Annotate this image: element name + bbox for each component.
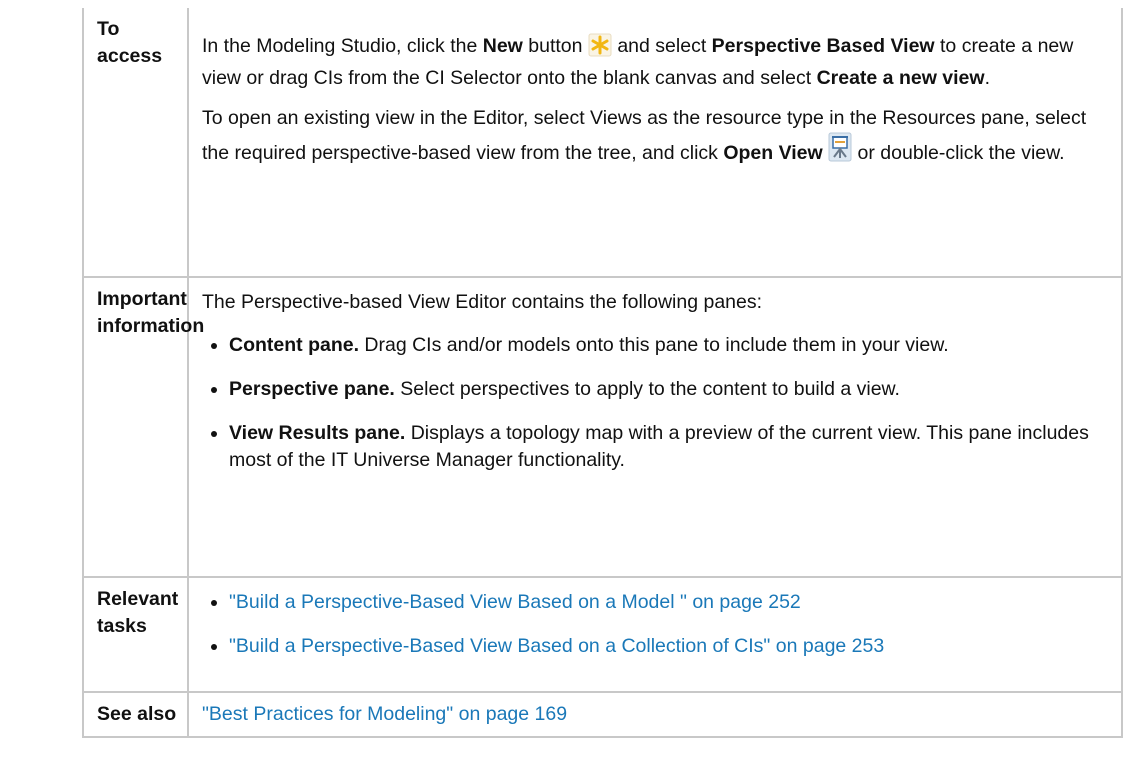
- text: .: [984, 67, 990, 89]
- row-important-information: Important information The Perspective-ba…: [82, 276, 1123, 578]
- see-also-link[interactable]: "Best Practices for Modeling" on page 16…: [202, 703, 567, 725]
- row-content: The Perspective-based View Editor contai…: [187, 276, 1123, 578]
- panes-list: Content pane. Drag CIs and/or models ont…: [202, 332, 1109, 474]
- text: In the Modeling Studio, click the: [202, 35, 483, 57]
- menu-option-name: Perspective Based View: [711, 35, 935, 57]
- menu-option-name: Create a new view: [816, 67, 985, 89]
- row-see-also: See also "Best Practices for Modeling" o…: [82, 691, 1123, 738]
- new-button-name: New: [482, 35, 523, 57]
- row-content: "Build a Perspective-Based View Based on…: [187, 576, 1123, 693]
- text: or double-click the view.: [852, 142, 1065, 164]
- intro-text: The Perspective-based View Editor contai…: [202, 291, 763, 313]
- open-view-icon: [828, 132, 852, 170]
- list-item: View Results pane. Displays a topology m…: [202, 420, 1109, 474]
- list-item: "Build a Perspective-Based View Based on…: [202, 589, 1109, 616]
- text: and select: [611, 35, 712, 57]
- row-label: Relevant tasks: [82, 576, 189, 693]
- new-asterisk-icon: [588, 33, 612, 65]
- row-relevant-tasks: Relevant tasks "Build a Perspective-Base…: [82, 576, 1123, 693]
- item-title: Content pane.: [229, 334, 359, 356]
- row-label: Important information: [82, 276, 204, 578]
- text: button: [522, 35, 588, 57]
- list-item: Content pane. Drag CIs and/or models ont…: [202, 332, 1109, 359]
- list-item: "Build a Perspective-Based View Based on…: [202, 633, 1109, 660]
- row-to-access: To access In the Modeling Studio, click …: [82, 8, 1123, 278]
- task-link-model[interactable]: "Build a Perspective-Based View Based on…: [229, 591, 801, 613]
- list-item: Perspective pane. Select perspectives to…: [202, 376, 1109, 403]
- item-title: Perspective pane.: [229, 378, 395, 400]
- row-label: See also: [82, 691, 189, 738]
- item-text: Drag CIs and/or models onto this pane to…: [359, 334, 949, 356]
- access-paragraph: In the Modeling Studio, click the New bu…: [202, 16, 1109, 92]
- row-content: "Best Practices for Modeling" on page 16…: [187, 691, 1123, 738]
- reference-table: To access In the Modeling Studio, click …: [82, 8, 1123, 738]
- item-text: Select perspectives to apply to the cont…: [394, 378, 900, 400]
- row-content: In the Modeling Studio, click the New bu…: [187, 8, 1123, 278]
- task-link-collection[interactable]: "Build a Perspective-Based View Based on…: [229, 635, 884, 657]
- tasks-list: "Build a Perspective-Based View Based on…: [202, 586, 1109, 660]
- item-title: View Results pane.: [229, 422, 406, 444]
- open-view-button-name: Open View: [723, 142, 823, 164]
- row-label: To access: [82, 8, 189, 278]
- open-view-paragraph: To open an existing view in the Editor, …: [202, 105, 1109, 170]
